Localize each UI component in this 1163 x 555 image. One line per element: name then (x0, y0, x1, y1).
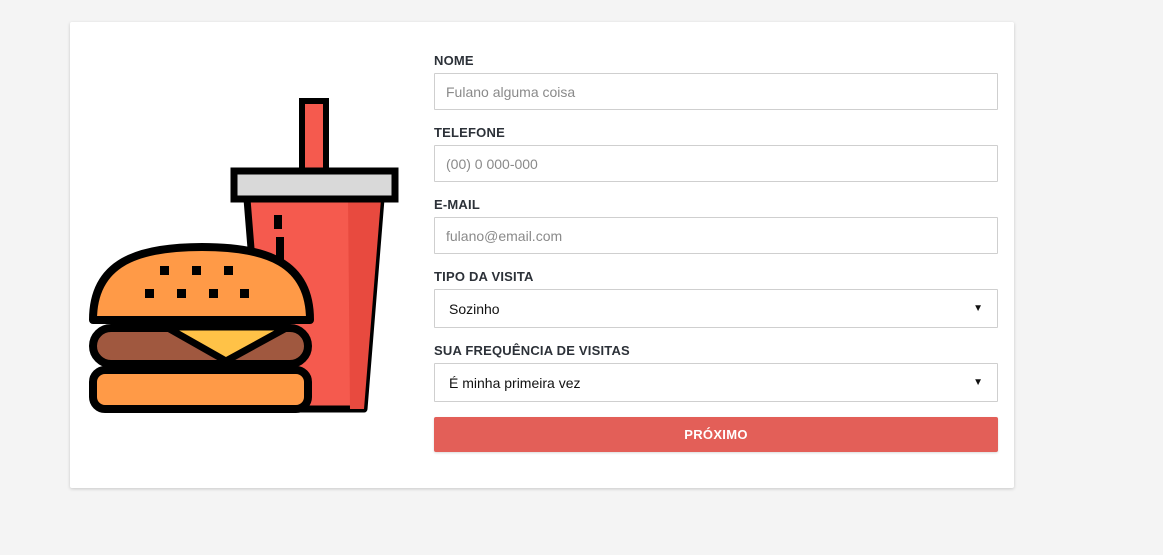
telefone-input[interactable] (434, 145, 998, 182)
email-label: E-MAIL (434, 197, 480, 212)
telefone-label: TELEFONE (434, 125, 505, 140)
frequencia-label: SUA FREQUÊNCIA DE VISITAS (434, 343, 630, 358)
frequencia-select[interactable]: É minha primeira vez ▼ (434, 363, 998, 402)
frequencia-value: É minha primeira vez (449, 374, 581, 391)
tipo-visita-value: Sozinho (449, 300, 500, 317)
tipo-visita-label: TIPO DA VISITA (434, 269, 534, 284)
form-card: NOME TELEFONE E-MAIL TIPO DA VISITA Sozi… (70, 22, 1014, 488)
email-input[interactable] (434, 217, 998, 254)
burger-and-soda-icon (88, 97, 404, 417)
nome-label: NOME (434, 53, 474, 68)
nome-input[interactable] (434, 73, 998, 110)
proximo-button[interactable]: PRÓXIMO (434, 417, 998, 452)
tipo-visita-select[interactable]: Sozinho ▼ (434, 289, 998, 328)
dropdown-arrow-icon: ▼ (973, 303, 983, 314)
dropdown-arrow-icon: ▼ (973, 377, 983, 388)
visit-form: NOME TELEFONE E-MAIL TIPO DA VISITA Sozi… (434, 52, 998, 452)
